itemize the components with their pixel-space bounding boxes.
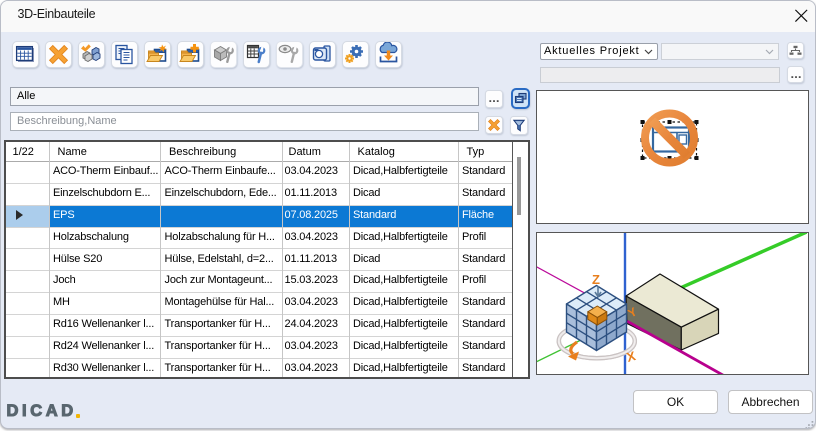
svg-text:X: X [625, 348, 638, 365]
svg-text:Z: Z [592, 272, 600, 287]
